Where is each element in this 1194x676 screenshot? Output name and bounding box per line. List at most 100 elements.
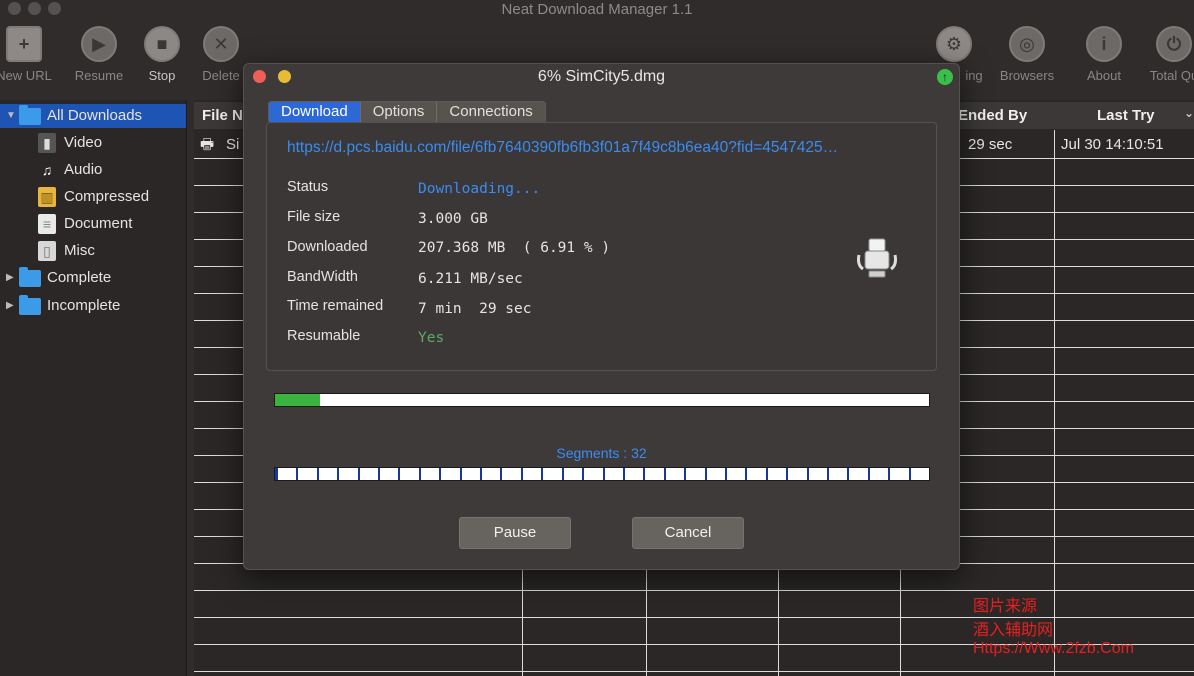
download-progress-bar [274,393,930,407]
browser-icon: ◎ [1009,26,1045,62]
pause-button[interactable]: Pause [459,517,571,549]
stop-label: Stop [148,68,176,83]
segment-cell [786,468,806,480]
total-quit-button[interactable]: ⏻ Total Qu [1138,26,1194,83]
title-bar: Neat Download Manager 1.1 [0,0,1194,22]
segment-cell [459,468,480,480]
segment-cell [908,468,929,480]
disclosure-closed-icon[interactable]: ▶ [6,266,16,290]
sidebar-item-document[interactable]: ≡ Document [38,212,132,236]
dialog-title-bar: 6% SimCity5.dmg ↑ [244,64,959,90]
time-remained-label: Time remained [287,298,384,314]
segment-cell [806,468,827,480]
segment-cell [398,468,418,480]
segments-bar [274,467,930,481]
disclosure-closed-icon[interactable]: ▶ [6,294,16,318]
sidebar-item-audio[interactable]: ♫ Audio [38,158,103,182]
sidebar-label: Document [64,215,133,232]
segment-cell [704,468,725,480]
downloaded-label: Downloaded [287,239,368,255]
column-last-try[interactable]: Last Try [1097,107,1155,124]
segment-cell [480,468,500,480]
status-label: Status [287,179,329,195]
segment-cell [296,468,316,480]
file-type-icon: 🖶 [200,136,215,153]
tab-download[interactable]: Download [269,102,361,122]
disclosure-open-icon[interactable]: ▼ [6,104,16,128]
tab-connections[interactable]: Connections [437,102,545,122]
window-zoom-button[interactable] [48,2,61,15]
segment-cell [602,468,623,480]
watermark-line-2: 酒入辅助网 [973,622,1054,639]
total-quit-label: Total Qu [1149,68,1194,83]
cancel-button[interactable]: Cancel [632,517,744,549]
segment-cell [561,468,582,480]
segment-cell [500,468,520,480]
sidebar-label: Video [64,134,103,151]
column-ended-by[interactable]: Ended By [958,107,1027,124]
row-ended-by: 29 sec [968,136,1013,153]
sidebar-label: Misc [64,242,95,259]
sidebar-item-compressed[interactable]: ▥ Compressed [38,185,149,209]
settings-label: ing [965,68,983,83]
window-minimize-button[interactable] [28,2,41,15]
new-url-button[interactable]: + New URL [0,26,60,83]
dialog-minimize-button[interactable] [278,70,291,83]
new-url-label: New URL [0,68,52,83]
app-title: Neat Download Manager 1.1 [501,1,693,18]
browsers-label: Browsers [999,68,1055,83]
browsers-button[interactable]: ◎ Browsers [991,26,1063,83]
film-icon: ▮ [38,133,56,153]
segment-cell [582,468,602,480]
about-label: About [1087,68,1121,83]
row-file-name: Si [226,136,240,153]
segment-cell [765,468,786,480]
resumable-label: Resumable [287,328,361,344]
sidebar-label: Compressed [64,188,150,205]
dialog-close-button[interactable] [253,70,266,83]
bandwidth-value: 6.211 MB/sec [418,271,523,287]
folder-icon [19,266,41,287]
segment-cell [275,468,296,480]
tab-options[interactable]: Options [360,102,438,122]
sidebar-label: All Downloads [47,107,143,124]
chevron-down-icon[interactable]: ⌄ [1184,106,1194,120]
segment-cell [541,468,561,480]
zip-archive-icon: ▥ [38,187,56,207]
sidebar-item-all-downloads[interactable]: ▼ All Downloads [0,104,186,128]
arrow-up-icon[interactable]: ↑ [937,69,953,85]
folder-icon [19,294,41,315]
resumable-value: Yes [418,330,445,346]
segment-cell [847,468,867,480]
about-button[interactable]: i About [1068,26,1140,83]
sidebar-item-incomplete[interactable]: ▶ Incomplete [6,294,120,318]
download-progress-dialog: 6% SimCity5.dmg ↑ Download Options Conne… [243,63,960,570]
watermark-line-1: 图片来源 [973,598,1038,615]
stop-icon: ■ [144,26,180,62]
window-close-button[interactable] [8,2,21,15]
gear-icon: ⚙ [936,26,972,62]
file-size-value: 3.000 GB [418,211,488,227]
sidebar-label: Complete [47,269,112,286]
play-icon: ▶ [81,26,117,62]
misc-file-icon: ▯ [38,241,56,261]
segment-cell [378,468,398,480]
segment-cell [439,468,459,480]
segment-cell [888,468,908,480]
segment-cell [622,468,643,480]
sidebar-item-misc[interactable]: ▯ Misc [38,239,95,263]
info-icon: i [1086,26,1122,62]
sidebar-item-complete[interactable]: ▶ Complete [6,266,111,290]
resume-label: Resume [74,68,124,83]
resume-button[interactable]: ▶ Resume [63,26,135,83]
sidebar-item-video[interactable]: ▮ Video [38,131,102,155]
download-url[interactable]: https://d.pcs.baidu.com/file/6fb7640390f… [287,139,838,157]
document-icon: ≡ [38,214,56,234]
watermark-line-3: Https://Www.2fzb.Com [973,640,1134,657]
segment-cell [826,468,847,480]
time-remained-value: 7 min 29 sec [418,301,532,317]
segment-cell [418,468,439,480]
dialog-title: 6% SimCity5.dmg [537,68,666,85]
segment-cell [643,468,663,480]
delete-label: Delete [202,68,240,83]
